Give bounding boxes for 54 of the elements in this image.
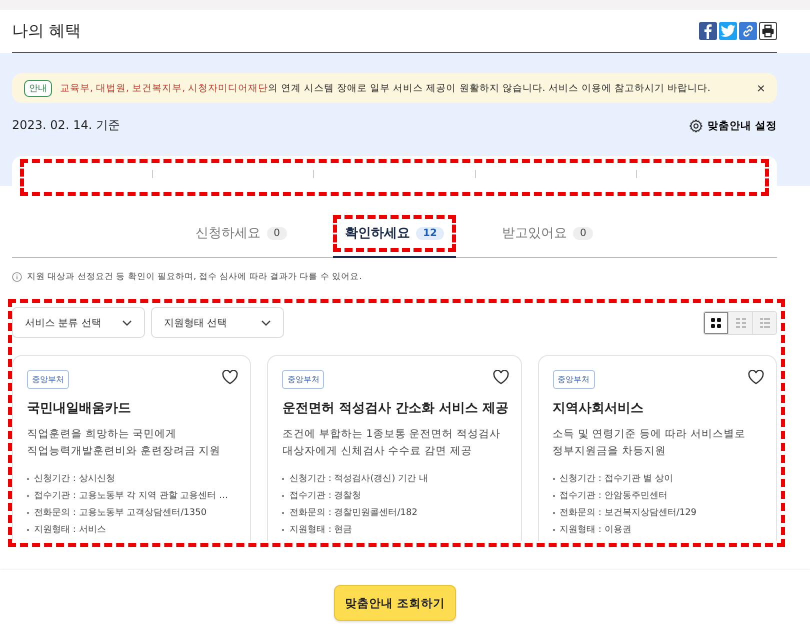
card-detail: 신청기간 : 접수기관 별 상이: [560, 473, 674, 485]
heart-icon[interactable]: [222, 370, 238, 385]
search-button[interactable]: 맞춤안내 조회하기: [334, 585, 456, 621]
category-tag: 중앙부처: [552, 370, 595, 389]
settings-link[interactable]: 맞춤안내 설정: [689, 118, 777, 132]
card-detail: 전화문의 : 보건복지상담센터/129: [560, 507, 697, 519]
card-description: 대상자에게 신체검사 수수료 감면 제공: [282, 444, 473, 459]
benefit-card[interactable]: 중앙부처 운전면허 적성검사 간소화 서비스 제공 조건에 부합하는 1종보통 운전면허 적성검사 대상자에게 신체검사 수수료 감면 제공 신청기간 : 적성검사(갱신) 기간 내 접수기관 : 경찰청 전화문의 : 경찰민원콜센터/182 지원형태 : 현금: [267, 355, 522, 541]
card-description: 정부지원금을 차등지원: [552, 444, 667, 459]
grid-icon: [710, 316, 722, 328]
tab[interactable]: 받고있어요 0: [490, 215, 606, 258]
category-tag: 중앙부처: [282, 370, 324, 389]
filter-dropdown[interactable]: 지원형태 선택: [151, 307, 284, 338]
card-description: 조건에 부합하는 1종보통 운전면허 적성검사: [282, 427, 502, 442]
filter-dropdown[interactable]: 서비스 분류 선택: [12, 307, 145, 338]
card-description: 소득 및 연령기준 등에 따라 서비스별로: [552, 427, 746, 442]
view-toggle[interactable]: [704, 312, 728, 334]
category-tag: 중앙부처: [27, 370, 69, 389]
card-detail: 지원형태 : 현금: [289, 524, 352, 536]
twitter-share-button[interactable]: [719, 22, 737, 40]
settings-icon: [689, 118, 704, 132]
card-detail: 접수기관 : 고용노동부 각 지역 관할 고용센터 …: [34, 490, 228, 502]
chevron-down-icon: [261, 320, 271, 326]
benefit-card[interactable]: 중앙부처 국민내일배움카드 직업훈련을 희망하는 국민에게 직업능력개발훈련비와 훈련장려금 지원 신청기간 : 상시신청 접수기관 : 고용노동부 각 지역 관할 고용센터 … 전화문의 : 고용노동부 고객상담센터/1350 지원형태 : 서비스: [12, 355, 252, 541]
card-detail: 신청기간 : 상시신청: [34, 473, 115, 485]
card-description: 직업훈련을 희망하는 국민에게: [27, 427, 178, 442]
card-detail: 신청기간 : 적성검사(갱신) 기간 내: [289, 473, 428, 485]
heart-icon[interactable]: [492, 370, 509, 385]
card-description: 직업능력개발훈련비와 훈련장려금 지원: [27, 444, 222, 459]
card-detail: 접수기관 : 안암동주민센터: [560, 490, 668, 502]
card-title: 국민내일배움카드: [27, 400, 132, 417]
link-share-button[interactable]: [739, 22, 757, 40]
card-detail: 지원형태 : 서비스: [34, 524, 106, 536]
grid-icon: [734, 316, 746, 328]
info-icon: [12, 272, 22, 282]
benefit-card[interactable]: 중앙부처 지역사회서비스 소득 및 연령기준 등에 따라 서비스별로 정부지원금을 차등지원 신청기간 : 접수기관 별 상이 접수기관 : 안암동주민센터 전화문의 : 보건복지상담센터/129 지원형태 : 이용권: [538, 355, 777, 541]
notice-text: 교육부, 대법원, 보건복지부, 시청자미디어재단의 연계 시스템 장애로 일부 서비스 제공이 원활하지 않습니다. 서비스 이용에 참고하시기 바랍니다.: [60, 82, 712, 94]
tab[interactable]: 신청하세요 0: [184, 215, 300, 258]
facebook-share-button[interactable]: [699, 22, 717, 40]
list-icon: [758, 316, 770, 328]
card-detail: 전화문의 : 경찰민원콜센터/182: [289, 507, 418, 519]
info-text: 지원 대상과 선정요건 등 확인이 필요하며, 접수 심사에 따라 결과가 다를 수 있어요.: [27, 271, 362, 283]
page-title: 나의 혜택: [12, 20, 82, 42]
notice-badge: 안내: [24, 80, 52, 96]
print-button[interactable]: [759, 22, 777, 40]
close-button[interactable]: ×: [756, 80, 765, 96]
card-title: 지역사회서비스: [552, 400, 645, 417]
heart-icon[interactable]: [748, 370, 764, 385]
card-detail: 접수기관 : 경찰청: [289, 490, 362, 502]
card-title: 운전면허 적성검사 간소화 서비스 제공: [282, 400, 509, 417]
reference-date: 2023. 02. 14. 기준: [12, 117, 120, 134]
chevron-down-icon: [122, 320, 132, 326]
card-detail: 전화문의 : 고용노동부 고객상담센터/1350: [34, 507, 207, 519]
card-detail: 지원형태 : 이용권: [560, 524, 632, 536]
